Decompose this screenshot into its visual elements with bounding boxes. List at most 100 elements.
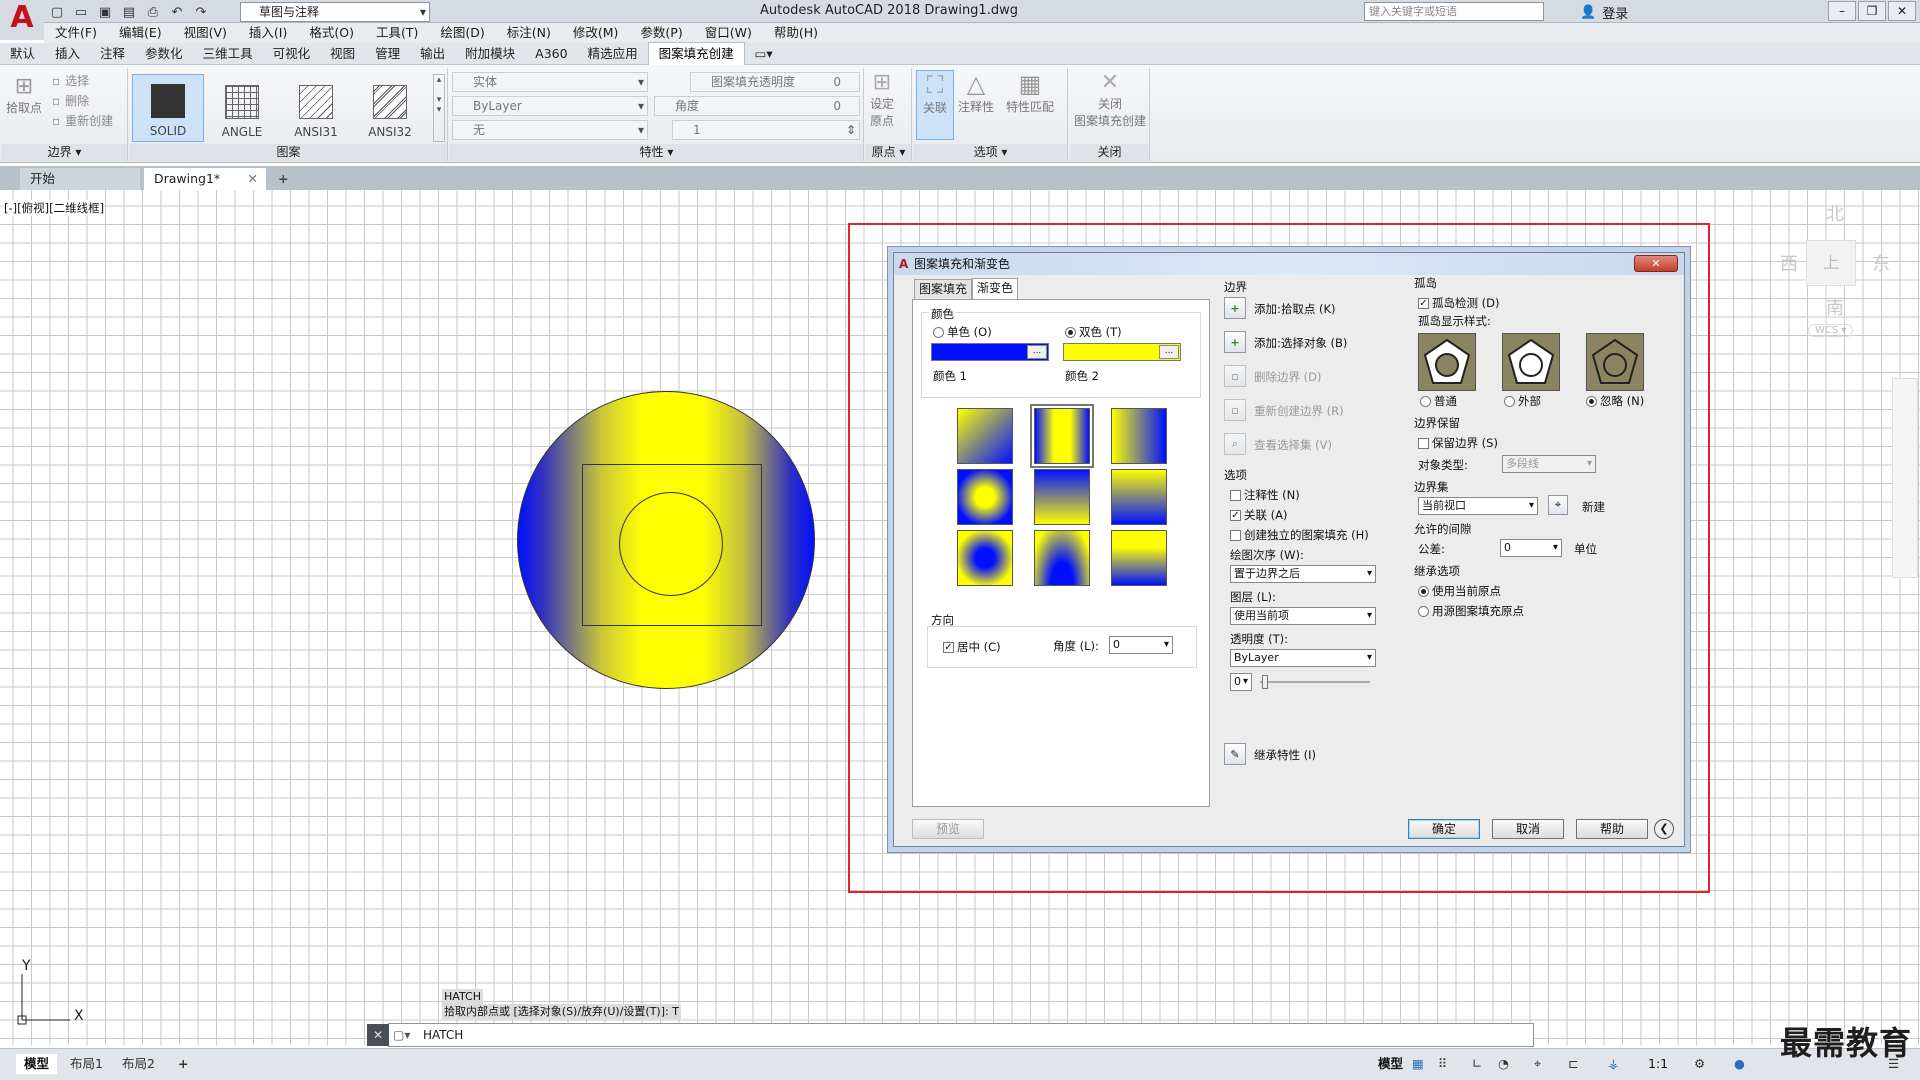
collapse-button[interactable]: ❮ [1654, 819, 1674, 839]
layout-tab-model[interactable]: 模型 [16, 1054, 58, 1074]
gradient-pattern-2[interactable] [1030, 404, 1094, 468]
panel-title-properties[interactable]: 特性 ▾ [450, 144, 863, 161]
pattern-ansi31[interactable]: ANSI31 [280, 74, 352, 142]
transparency-slider[interactable] [1260, 681, 1370, 683]
use-source-origin-radio[interactable]: 用源图案填充原点 [1418, 603, 1524, 619]
compass-east[interactable]: 东 [1872, 250, 1890, 276]
cancel-button[interactable]: 取消 [1492, 819, 1564, 839]
island-ignore-radio[interactable]: 忽略 (N) [1586, 393, 1644, 409]
menu-window[interactable]: 窗口(W) [694, 23, 763, 43]
print-icon[interactable]: ⎙ [144, 3, 162, 21]
boundary-set-select[interactable]: 当前视口 [1418, 497, 1538, 515]
object-type-select[interactable]: 多段线 [1502, 455, 1596, 473]
retain-boundaries-checkbox[interactable]: 保留边界 (S) [1418, 435, 1498, 451]
gradient-pattern-1[interactable] [957, 408, 1013, 464]
scale-input[interactable]: 1 ⇕ [672, 120, 860, 140]
gradient-pattern-6[interactable] [1111, 469, 1167, 525]
annotation-visibility-icon[interactable]: ⚶ [1600, 1054, 1627, 1074]
inherit-properties-button[interactable]: ✎ [1224, 743, 1246, 765]
remove-boundaries-button[interactable]: ▫ [1224, 365, 1246, 387]
pick-points-button[interactable]: ⊞ 拾取点 [6, 74, 42, 116]
tab-addins[interactable]: 附加模块 [455, 43, 525, 65]
transparency-input[interactable]: 图案填充透明度 0 [690, 72, 860, 92]
osnap-icon[interactable]: ⌖ [1526, 1054, 1549, 1074]
ok-button[interactable]: 确定 [1408, 819, 1480, 839]
viewcube[interactable]: 北 西 上 东 南 WCS ▾ [1780, 200, 1920, 578]
compass-north[interactable]: 北 [1826, 200, 1844, 226]
grid-icon[interactable]: ▦ [1404, 1054, 1432, 1074]
recreate-boundary-button[interactable]: ▫ [1224, 399, 1246, 421]
associative-checkbox[interactable]: ✓ 关联 (A) [1230, 507, 1288, 523]
layout-tab-2[interactable]: 布局2 [114, 1054, 163, 1074]
command-text[interactable]: HATCH [423, 1024, 463, 1046]
tab-default[interactable]: 默认 [0, 43, 45, 65]
recreate-button[interactable]: ▫ 重新创建 [52, 110, 113, 132]
app-logo[interactable]: A [0, 0, 44, 40]
island-normal-image[interactable] [1418, 333, 1476, 391]
file-tab-start[interactable]: 开始 [20, 168, 140, 190]
separate-hatches-checkbox[interactable]: 创建独立的图案填充 (H) [1230, 527, 1369, 543]
view-selections-button[interactable]: ⌕ [1224, 433, 1246, 455]
gradient-pattern-4[interactable] [957, 469, 1013, 525]
gradient-pattern-9[interactable] [1111, 530, 1167, 586]
tab-output[interactable]: 输出 [410, 43, 455, 65]
gradient-angle-select[interactable]: 0 [1109, 636, 1173, 654]
ortho-icon[interactable]: ∟ [1464, 1054, 1490, 1074]
hatch-color-select[interactable]: ByLayer ▾ [452, 96, 648, 116]
menu-draw[interactable]: 绘图(D) [429, 23, 495, 43]
command-close-icon[interactable]: ✕ [367, 1024, 389, 1046]
one-color-radio[interactable]: 单色 (O) [933, 324, 992, 340]
workspace-selector[interactable]: 草图与注释 [240, 2, 430, 22]
new-tab-icon[interactable]: + [272, 168, 296, 190]
angle-input[interactable]: 角度 0 [654, 96, 860, 116]
transparency-slider-thumb[interactable] [1262, 675, 1268, 689]
pattern-ansi32[interactable]: ANSI32 [354, 74, 426, 142]
close-hatch-button[interactable]: ✕ 关闭 图案填充创建 [1074, 70, 1146, 129]
transparency-select[interactable]: ByLayer [1230, 649, 1376, 667]
preview-button[interactable]: 预览 [912, 819, 984, 839]
centered-checkbox[interactable]: ✓ 居中 (C) [943, 639, 1001, 655]
gradient-hatched-circle[interactable] [517, 391, 815, 689]
menu-edit[interactable]: 编辑(E) [108, 23, 173, 43]
draw-order-select[interactable]: 置于边界之后 [1230, 565, 1376, 583]
dialog-title-bar[interactable]: A 图案填充和渐变色 ✕ [894, 253, 1684, 275]
layer-select[interactable]: 使用当前项 [1230, 607, 1376, 625]
settings-icon[interactable]: ⚙ [1686, 1054, 1713, 1074]
undo-icon[interactable]: ↶ [168, 3, 186, 21]
gradient-pattern-8[interactable] [1034, 530, 1090, 586]
tolerance-input[interactable]: 0 [1500, 539, 1562, 557]
menu-help[interactable]: 帮助(H) [763, 23, 829, 43]
tab-a360[interactable]: A360 [525, 43, 577, 65]
tab-insert[interactable]: 插入 [45, 43, 90, 65]
pattern-scroll[interactable]: ▴ ▾ ▾ [433, 74, 445, 142]
menu-format[interactable]: 格式(O) [298, 23, 365, 43]
menu-file[interactable]: 文件(F) [44, 23, 108, 43]
color1-browse-button[interactable]: ... [1027, 345, 1047, 359]
wcs-menu[interactable]: WCS ▾ [1808, 324, 1854, 337]
tab-visualize[interactable]: 可视化 [263, 43, 321, 65]
tab-hatch[interactable]: 图案填充 [914, 279, 973, 299]
annotative-button[interactable]: △ 注释性 [958, 70, 994, 115]
open-folder-icon[interactable]: ▭ [72, 3, 90, 21]
inner-circle[interactable] [619, 492, 723, 596]
pattern-solid[interactable]: SOLID [132, 74, 204, 142]
tab-annotate[interactable]: 注释 [90, 43, 135, 65]
lineweight-icon[interactable]: ⊏ [1560, 1054, 1586, 1074]
new-file-icon[interactable]: ▢ [48, 3, 66, 21]
help-button[interactable]: 帮助 [1576, 819, 1648, 839]
redo-icon[interactable]: ↷ [192, 3, 210, 21]
panel-title-origin[interactable]: 原点 ▾ [866, 144, 911, 161]
pattern-angle[interactable]: ANGLE [206, 74, 278, 142]
tab-featured-apps[interactable]: 精选应用 [578, 43, 648, 65]
menu-dimension[interactable]: 标注(N) [496, 23, 562, 43]
island-detection-checkbox[interactable]: ✓ 孤岛检测 (D) [1418, 295, 1499, 311]
tab-gradient[interactable]: 渐变色 [972, 278, 1019, 300]
menu-insert[interactable]: 插入(I) [238, 23, 298, 43]
add-layout-icon[interactable]: + [170, 1054, 196, 1074]
save-icon[interactable]: ▣ [96, 3, 114, 21]
island-normal-radio[interactable]: 普通 [1420, 393, 1457, 409]
search-input[interactable]: 键入关键字或短语 [1364, 2, 1544, 21]
transparency-value-box[interactable]: 0 [1230, 673, 1252, 691]
island-outer-radio[interactable]: 外部 [1504, 393, 1541, 409]
tab-hatch-creation[interactable]: 图案填充创建 [647, 42, 745, 65]
